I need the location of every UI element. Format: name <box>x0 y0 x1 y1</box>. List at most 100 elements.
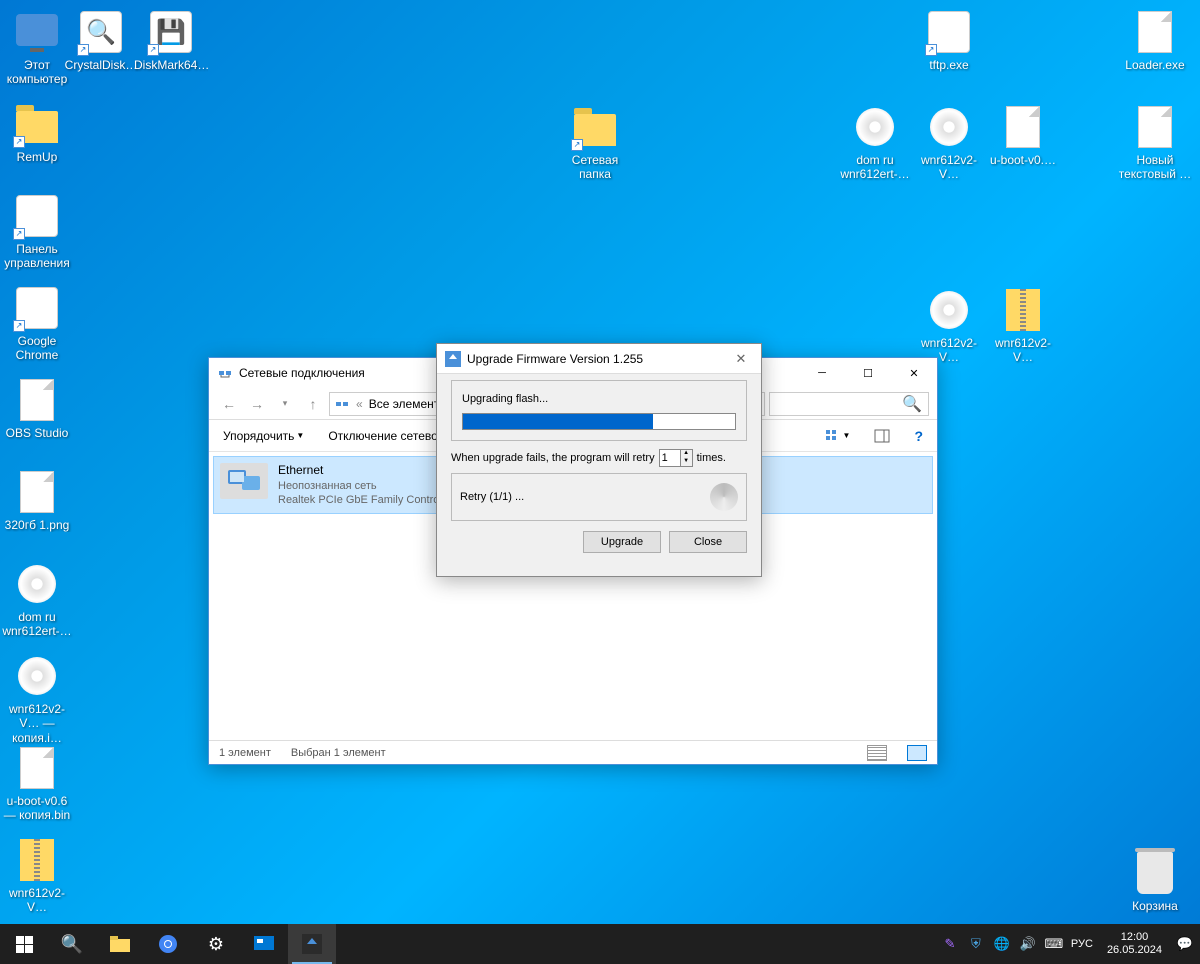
close-button[interactable]: ✕ <box>891 358 937 388</box>
clock[interactable]: 12:00 26.05.2024 <box>1101 931 1168 957</box>
search-input[interactable]: 🔍 <box>769 392 929 416</box>
desktop-icon[interactable]: dom ru wnr612ert-… <box>0 560 74 639</box>
status-bar: 1 элемент Выбран 1 элемент <box>209 740 937 764</box>
view-options-button[interactable]: ▼ <box>819 425 857 447</box>
preview-pane-button[interactable] <box>868 425 896 447</box>
close-button[interactable]: ✕ <box>721 344 761 374</box>
volume-icon[interactable]: 🔊 <box>1019 935 1037 953</box>
item-status: Неопознанная сеть <box>278 479 444 493</box>
desktop-icon[interactable]: wnr612v2-V… <box>0 836 74 915</box>
network-icon <box>217 365 233 381</box>
desktop-icon[interactable]: Loader.exe <box>1118 8 1192 72</box>
item-device: Realtek PCIe GbE Family Controll <box>278 493 444 507</box>
icon-label: RemUp <box>0 150 74 164</box>
forward-button[interactable]: → <box>245 392 269 416</box>
icon-label: CrystalDisk… <box>64 58 138 72</box>
desktop-icon[interactable]: Этот компьютер <box>0 8 74 87</box>
network-icon <box>334 396 350 412</box>
desktop-icon[interactable]: wnr612v2-V… <box>912 286 986 365</box>
titlebar[interactable]: Upgrade Firmware Version 1.255 ✕ <box>437 344 761 374</box>
upgrade-button[interactable]: Upgrade <box>583 531 661 553</box>
icons-view-button[interactable] <box>907 745 927 761</box>
start-button[interactable] <box>0 924 48 964</box>
language-indicator[interactable]: РУС <box>1071 938 1093 950</box>
firmware-app-button[interactable] <box>288 924 336 964</box>
icon-label: wnr612v2-V… <box>0 886 74 915</box>
desktop-icon[interactable]: ↗RemUp <box>0 100 74 164</box>
retry-input[interactable] <box>660 450 680 466</box>
icon-label: Панель управления <box>0 242 74 271</box>
desktop-icon[interactable]: OBS Studio <box>0 376 74 440</box>
icon-label: u-boot-v0.… <box>986 153 1060 167</box>
item-count: 1 элемент <box>219 747 271 759</box>
icon-label: dom ru wnr612ert-… <box>0 610 74 639</box>
progress-label: Upgrading flash... <box>462 393 736 405</box>
retry-row: When upgrade fails, the program will ret… <box>451 449 747 467</box>
icon-label: wnr612v2-V… <box>912 153 986 182</box>
pen-icon[interactable]: ✎ <box>941 935 959 953</box>
desktop-icon[interactable]: wnr612v2-V… — копия.i… <box>0 652 74 745</box>
icon-label: dom ru wnr612ert-… <box>838 153 912 182</box>
desktop-icon[interactable]: u-boot-v0.6 — копия.bin <box>0 744 74 823</box>
desktop-icon[interactable]: ✎↗tftp.exe <box>912 8 986 72</box>
icon-label: Новый текстовый … <box>1118 153 1192 182</box>
status-box: Retry (1/1) ... <box>451 473 747 521</box>
desktop-icon[interactable]: Новый текстовый … <box>1118 103 1192 182</box>
progress-group: Upgrading flash... <box>451 380 747 441</box>
icon-label: Google Chrome <box>0 334 74 363</box>
network-icon[interactable]: 🌐 <box>993 935 1011 953</box>
icon-label: 320гб 1.png <box>0 518 74 532</box>
desktop-icon[interactable]: 320гб 1.png <box>0 468 74 532</box>
chrome-button[interactable] <box>144 924 192 964</box>
maximize-button[interactable]: ☐ <box>845 358 891 388</box>
desktop-icon[interactable]: Корзина <box>1118 849 1192 913</box>
system-tray[interactable]: ✎ ⛨ 🌐 🔊 ⌨ РУС 12:00 26.05.2024 💬 <box>935 924 1200 964</box>
back-button[interactable]: ← <box>217 392 241 416</box>
icon-label: wnr612v2-V… <box>986 336 1060 365</box>
desktop-icon[interactable]: dom ru wnr612ert-… <box>838 103 912 182</box>
security-icon[interactable]: ⛨ <box>967 935 985 953</box>
desktop-icon[interactable]: ↗Сетевая папка <box>558 103 632 182</box>
icon-label: Корзина <box>1118 899 1192 913</box>
details-view-button[interactable] <box>867 745 887 761</box>
upgrade-firmware-dialog[interactable]: Upgrade Firmware Version 1.255 ✕ Upgradi… <box>436 343 762 577</box>
desktop-icon[interactable]: 💾↗DiskMark64… <box>134 8 208 72</box>
window-title: Сетевые подключения <box>239 366 365 380</box>
desktop-icon[interactable]: wnr612v2-V… <box>986 286 1060 365</box>
taskbar[interactable]: 🔍 ⚙ ✎ ⛨ 🌐 🔊 ⌨ РУС 12:00 26.05.2024 💬 <box>0 924 1200 964</box>
icon-label: tftp.exe <box>912 58 986 72</box>
icon-label: Этот компьютер <box>0 58 74 87</box>
disable-device-button[interactable]: Отключение сетево <box>322 425 443 447</box>
icon-label: DiskMark64… <box>134 58 208 72</box>
desktop-icon[interactable]: u-boot-v0.… <box>986 103 1060 167</box>
help-button[interactable]: ? <box>908 424 929 448</box>
settings-button[interactable]: ⚙ <box>192 924 240 964</box>
icon-label: Loader.exe <box>1118 58 1192 72</box>
desktop-icon[interactable]: wnr612v2-V… <box>912 103 986 182</box>
desktop-icon[interactable]: 🔍↗CrystalDisk… <box>64 8 138 72</box>
search-icon: 🔍 <box>902 394 922 414</box>
item-name: Ethernet <box>278 463 444 479</box>
icon-label: OBS Studio <box>0 426 74 440</box>
minimize-button[interactable]: ─ <box>799 358 845 388</box>
icon-label: wnr612v2-V… — копия.i… <box>0 702 74 745</box>
icon-label: Сетевая папка <box>558 153 632 182</box>
desktop-icon[interactable]: ⚙↗Панель управления <box>0 192 74 271</box>
recent-button[interactable]: ▾ <box>273 392 297 416</box>
remote-button[interactable] <box>240 924 288 964</box>
status-text: Retry (1/1) ... <box>460 491 524 503</box>
progress-bar <box>462 413 736 430</box>
spinner-icon <box>710 483 738 511</box>
file-explorer-button[interactable] <box>96 924 144 964</box>
input-icon[interactable]: ⌨ <box>1045 935 1063 953</box>
ethernet-icon <box>220 463 268 499</box>
up-button[interactable]: ↑ <box>301 392 325 416</box>
close-dialog-button[interactable]: Close <box>669 531 747 553</box>
desktop-icon[interactable]: ◉↗Google Chrome <box>0 284 74 363</box>
icon-label: u-boot-v0.6 — копия.bin <box>0 794 74 823</box>
dialog-title: Upgrade Firmware Version 1.255 <box>467 352 643 366</box>
notifications-button[interactable]: 💬 <box>1176 935 1194 953</box>
search-button[interactable]: 🔍 <box>48 924 96 964</box>
retry-count-spinner[interactable]: ▲▼ <box>659 449 693 467</box>
organize-button[interactable]: Упорядочить ▼ <box>217 425 310 447</box>
